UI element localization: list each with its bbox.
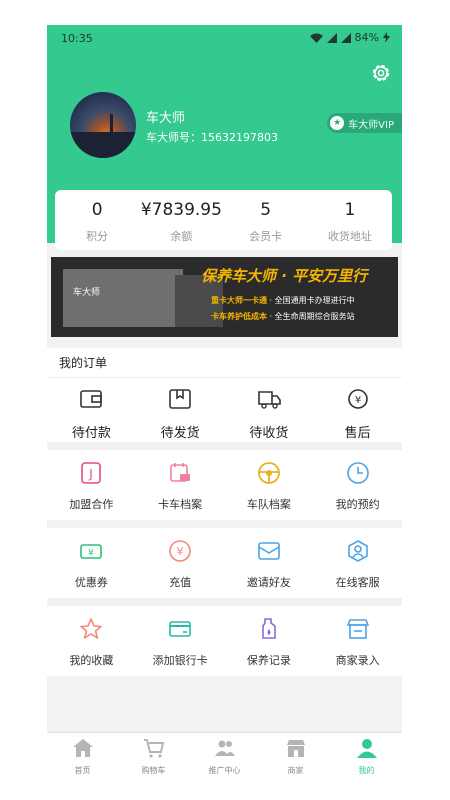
appointments-item[interactable]: 我的预约: [313, 450, 402, 512]
tab-cart[interactable]: 购物车: [118, 733, 189, 775]
stat-address[interactable]: 1 收货地址: [308, 190, 392, 250]
service-agent-icon: [347, 540, 368, 562]
svg-text:¥: ¥: [354, 395, 360, 406]
coupons-item[interactable]: ¥ 优惠券: [47, 528, 136, 590]
online-service-item[interactable]: 在线客服: [313, 528, 402, 590]
fleet-records-item[interactable]: 车队档案: [225, 450, 314, 512]
yen-refund-icon: ¥: [347, 389, 368, 409]
wallet-icon: [80, 390, 103, 408]
user-name: 车大师: [146, 111, 186, 126]
oil-bottle-icon: [262, 618, 276, 639]
stat-label: 余额: [170, 230, 193, 243]
status-time: 10:35: [61, 32, 93, 45]
svg-text:J: J: [89, 467, 94, 481]
orders-section: 我的订单 待付款 待发货 待收货 ¥ 售后: [47, 348, 402, 442]
stat-label: 积分: [86, 230, 109, 243]
promo-banner[interactable]: 车大师 保养车大师 · 平安万里行 重卡大师一卡通 · 全国通用卡办理进行中 卡…: [51, 257, 398, 337]
store-icon: [286, 740, 305, 757]
vip-badge[interactable]: ★ 车大师VIP: [327, 113, 402, 133]
package-icon: [169, 389, 191, 409]
add-bank-card-item[interactable]: 添加银行卡: [136, 606, 225, 668]
truck-icon: [258, 391, 281, 409]
tab-home[interactable]: 首页: [47, 733, 118, 775]
order-pending-shipment[interactable]: 待发货: [136, 378, 225, 441]
orders-title: 我的订单: [47, 348, 402, 378]
truck-calendar-icon: [170, 463, 191, 482]
avatar[interactable]: [70, 92, 136, 158]
services-row-2: ¥ 优惠券 ¥ 充值 邀请好友 在线客服: [47, 528, 402, 598]
stat-value: ¥7839.95: [140, 200, 222, 220]
tab-promotion[interactable]: 推广中心: [189, 733, 260, 775]
gear-icon[interactable]: [370, 62, 392, 84]
banner-line-1: 重卡大师一卡通 · 全国通用卡办理进行中: [211, 296, 355, 305]
wifi-icon: [309, 33, 323, 43]
banner-line-2: 卡车养护低成本 · 全生命周期综合服务站: [211, 312, 355, 321]
tab-mine[interactable]: 我的: [331, 733, 402, 775]
tab-merchant[interactable]: 商家: [260, 733, 331, 775]
cart-icon: [143, 739, 164, 758]
vip-label: 车大师VIP: [348, 119, 394, 131]
bank-card-icon: [169, 621, 191, 637]
steering-wheel-icon: [257, 462, 280, 484]
clock-icon: [346, 462, 369, 484]
stat-value: 5: [260, 200, 272, 220]
stats-card: 0 积分 ¥7839.95 余额 5 会员卡 1 收货地址: [55, 190, 392, 250]
invite-friends-item[interactable]: 邀请好友: [225, 528, 314, 590]
home-icon: [72, 739, 93, 757]
coupon-icon: ¥: [80, 544, 103, 559]
merchant-register-item[interactable]: 商家录入: [313, 606, 402, 668]
franchise-item[interactable]: J 加盟合作: [47, 450, 136, 512]
battery-level: 84%: [354, 31, 379, 44]
j-badge-icon: J: [81, 462, 102, 484]
invite-envelope-icon: [258, 542, 280, 560]
vip-star-icon: ★: [330, 116, 345, 130]
status-right: 84%: [309, 31, 390, 44]
people-icon: [214, 740, 235, 756]
stat-label: 会员卡: [249, 230, 283, 243]
stat-label: 收货地址: [327, 230, 372, 243]
banner-slogan: 保养车大师 · 平安万里行: [201, 267, 368, 285]
truck-image: 车大师: [63, 269, 223, 327]
truck-records-item[interactable]: 卡车档案: [136, 450, 225, 512]
banner-logo: 车大师: [73, 288, 101, 298]
yen-circle-icon: ¥: [169, 540, 191, 562]
stat-points[interactable]: 0 积分: [55, 190, 139, 250]
star-icon: [80, 618, 103, 639]
signal-icon: [326, 32, 337, 43]
status-bar: 10:35 84%: [47, 25, 402, 51]
recharge-item[interactable]: ¥ 充值: [136, 528, 225, 590]
services-row-1: J 加盟合作 卡车档案 车队档案 我的预约: [47, 450, 402, 520]
order-pending-receipt[interactable]: 待收货: [225, 378, 314, 441]
stat-value: 0: [91, 200, 103, 220]
stat-balance[interactable]: ¥7839.95 余额: [139, 190, 223, 250]
stat-value: 1: [344, 200, 356, 220]
maintenance-records-item[interactable]: 保养记录: [225, 606, 314, 668]
order-after-sales[interactable]: ¥ 售后: [313, 378, 402, 441]
stat-member-card[interactable]: 5 会员卡: [224, 190, 308, 250]
svg-text:¥: ¥: [177, 545, 184, 558]
person-icon: [356, 739, 377, 758]
favorites-item[interactable]: 我的收藏: [47, 606, 136, 668]
shop-register-icon: [346, 619, 369, 639]
signal-icon-2: [340, 32, 351, 43]
services-row-3: 我的收藏 添加银行卡 保养记录 商家录入: [47, 606, 402, 676]
user-id: 车大师号：15632197803: [146, 131, 278, 144]
bottom-tab-bar: 首页 购物车 推广中心 商家 我的: [47, 732, 402, 775]
app-screen: 10:35 84% 车大师 车大师号：15632197803 ★ 车大师VIP: [47, 25, 402, 775]
svg-text:¥: ¥: [89, 549, 95, 559]
charging-icon: [383, 32, 390, 43]
order-pending-payment[interactable]: 待付款: [47, 378, 136, 441]
